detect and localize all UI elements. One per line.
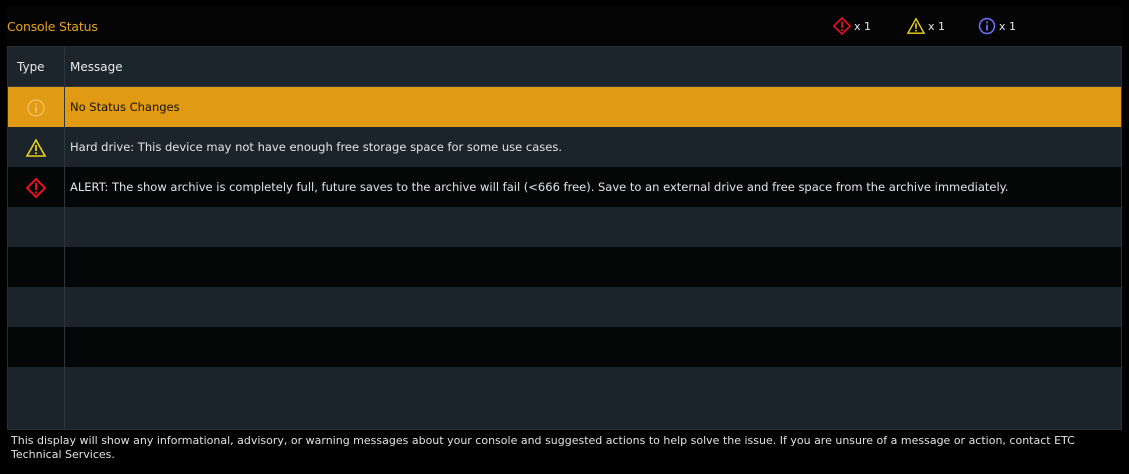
empty-row [8,367,1121,429]
table-header: Type Message [8,47,1121,87]
table-row[interactable]: No Status Changes [8,87,1121,127]
row-message: Hard drive: This device may not have eno… [70,140,562,154]
info-icon [27,99,45,117]
alert-icon [833,17,851,35]
warning-count: x 1 [928,19,946,33]
row-message: No Status Changes [70,100,180,114]
info-icon [978,17,996,35]
info-counter[interactable]: x 1 [978,17,1016,35]
help-text: This display will show any informational… [11,434,1075,461]
empty-row [8,327,1121,367]
table-row[interactable]: Hard drive: This device may not have eno… [8,127,1121,167]
column-divider [64,47,65,429]
alert-icon [26,178,46,198]
status-table: Type Message No Status Changes Hard driv… [7,46,1122,430]
warning-icon [26,138,46,157]
column-header-message[interactable]: Message [70,60,123,74]
empty-row [8,247,1121,287]
empty-row [8,287,1121,327]
alert-count: x 1 [854,19,872,33]
window-title: Console Status [7,19,98,34]
info-count: x 1 [999,19,1017,33]
column-header-type[interactable]: Type [17,60,45,74]
warning-icon [907,17,925,34]
warning-counter[interactable]: x 1 [907,17,945,35]
row-message: ALERT: The show archive is completely fu… [70,180,1009,194]
empty-row [8,207,1121,247]
alert-counter[interactable]: x 1 [833,17,871,35]
table-row[interactable]: ALERT: The show archive is completely fu… [8,167,1121,207]
title-bar: Console Status x 1 x 1 x 1 [7,7,1122,45]
